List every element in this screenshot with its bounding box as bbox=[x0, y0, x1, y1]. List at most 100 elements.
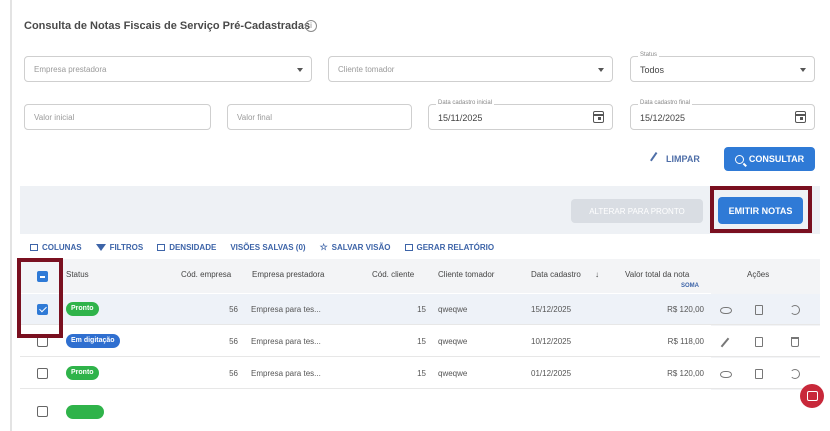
table-row[interactable] bbox=[20, 390, 820, 419]
cell-valor: R$ 120,00 bbox=[667, 369, 704, 378]
cell-cod-cliente: 15 bbox=[417, 337, 426, 346]
trash-icon[interactable] bbox=[791, 337, 799, 347]
page-title: Consulta de Notas Fiscais de Serviço Pré… bbox=[24, 20, 311, 32]
status-label: Status bbox=[638, 52, 660, 58]
data-final-label: Data cadastro final bbox=[638, 100, 693, 106]
history-icon[interactable] bbox=[790, 369, 800, 379]
eye-icon[interactable] bbox=[720, 307, 732, 314]
valor-inicial-placeholder: Valor inicial bbox=[34, 113, 75, 122]
header-cod-empresa[interactable]: Cód. empresa bbox=[181, 270, 231, 279]
file-icon[interactable] bbox=[755, 305, 763, 315]
row-checkbox[interactable] bbox=[37, 368, 48, 379]
header-cliente[interactable]: Cliente tomador bbox=[438, 270, 494, 279]
cell-cod-cliente: 15 bbox=[417, 305, 426, 314]
colunas-button[interactable]: COLUNAS bbox=[30, 241, 82, 253]
consultar-button[interactable]: CONSULTAR bbox=[724, 147, 815, 171]
colunas-label: COLUNAS bbox=[42, 242, 82, 252]
status-badge: Pronto bbox=[66, 302, 99, 316]
cliente-placeholder: Cliente tomador bbox=[338, 65, 395, 74]
valor-final-placeholder: Valor final bbox=[237, 113, 272, 122]
data-final-value: 15/12/2025 bbox=[640, 113, 686, 123]
consultar-label: CONSULTAR bbox=[748, 154, 805, 164]
cell-cliente: qweqwe bbox=[438, 337, 468, 346]
densidade-button[interactable]: DENSIDADE bbox=[157, 241, 216, 253]
calendar-icon[interactable] bbox=[795, 111, 806, 123]
header-status[interactable]: Status bbox=[66, 270, 89, 279]
highlight-box-checkboxes bbox=[17, 258, 63, 338]
data-inicial-label: Data cadastro inicial bbox=[436, 100, 495, 106]
cell-empresa: Empresa para tes... bbox=[251, 369, 321, 378]
filtros-label: FILTROS bbox=[109, 242, 144, 252]
broom-icon bbox=[650, 152, 664, 166]
history-icon[interactable] bbox=[790, 305, 800, 315]
columns-icon bbox=[30, 243, 38, 251]
grid-toolbar: COLUNAS FILTROS DENSIDADE VISÕES SALVAS … bbox=[30, 241, 494, 253]
file-icon[interactable] bbox=[755, 337, 763, 347]
cliente-select[interactable]: Cliente tomador bbox=[328, 56, 613, 82]
header-acoes: Ações bbox=[747, 270, 770, 279]
sort-desc-icon[interactable]: ↓ bbox=[595, 270, 599, 279]
filter-icon bbox=[95, 243, 106, 251]
status-badge bbox=[66, 405, 104, 419]
cell-data: 10/12/2025 bbox=[531, 337, 572, 346]
limpar-label: LIMPAR bbox=[666, 154, 700, 164]
header-valor[interactable]: Valor total da nota bbox=[625, 270, 689, 279]
table-header bbox=[20, 259, 820, 293]
info-icon[interactable]: i bbox=[305, 20, 317, 32]
star-icon: ☆ bbox=[319, 242, 328, 252]
data-inicial-value: 15/11/2025 bbox=[438, 113, 483, 123]
chevron-down-icon bbox=[297, 68, 303, 72]
data-final-input[interactable]: Data cadastro final 15/12/2025 bbox=[630, 100, 815, 130]
cell-data: 01/12/2025 bbox=[531, 369, 572, 378]
valor-final-input[interactable]: Valor final bbox=[227, 104, 412, 130]
table-row[interactable]: Pronto 56 Empresa para tes... 15 qweqwe … bbox=[20, 358, 820, 389]
status-value: Todos bbox=[640, 65, 665, 75]
eye-icon[interactable] bbox=[720, 371, 732, 378]
status-badge: Em digitação bbox=[66, 334, 120, 348]
cell-empresa: Empresa para tes... bbox=[251, 337, 321, 346]
visoes-salvas-button[interactable]: VISÕES SALVAS (0) bbox=[230, 241, 305, 253]
relatorio-label: GERAR RELATÓRIO bbox=[416, 242, 495, 252]
cell-cliente: qweqwe bbox=[438, 305, 468, 314]
download-icon bbox=[404, 243, 413, 251]
header-valor-soma: SOMA bbox=[681, 283, 699, 289]
table-row[interactable]: Pronto 56 Empresa para tes... 15 qweqwe … bbox=[20, 294, 820, 325]
filtros-button[interactable]: FILTROS bbox=[95, 241, 144, 253]
cell-cod-empresa: 56 bbox=[229, 305, 238, 314]
chevron-down-icon bbox=[598, 68, 604, 72]
file-icon[interactable] bbox=[755, 369, 763, 379]
highlight-box-emitir bbox=[710, 186, 812, 233]
empresa-select[interactable]: Empresa prestadora bbox=[24, 56, 312, 82]
header-cod-cliente[interactable]: Cód. cliente bbox=[372, 270, 414, 279]
table-row[interactable]: Em digitação 56 Empresa para tes... 15 q… bbox=[20, 326, 820, 357]
cell-valor: R$ 120,00 bbox=[667, 305, 704, 314]
cell-valor: R$ 118,00 bbox=[667, 337, 704, 346]
row-checkbox[interactable] bbox=[37, 406, 48, 417]
cell-data: 15/12/2025 bbox=[531, 305, 572, 314]
cell-cod-cliente: 15 bbox=[417, 369, 426, 378]
limpar-button[interactable]: LIMPAR bbox=[650, 150, 700, 168]
salvar-visao-button[interactable]: ☆ SALVAR VISÃO bbox=[320, 241, 391, 253]
salvar-label: SALVAR VISÃO bbox=[331, 242, 391, 252]
chevron-down-icon bbox=[800, 68, 806, 72]
gerar-relatorio-button[interactable]: GERAR RELATÓRIO bbox=[404, 241, 495, 253]
left-divider bbox=[10, 0, 12, 431]
header-data[interactable]: Data cadastro bbox=[531, 270, 581, 279]
calendar-icon[interactable] bbox=[593, 111, 604, 123]
header-empresa[interactable]: Empresa prestadora bbox=[252, 270, 324, 279]
data-inicial-input[interactable]: Data cadastro inicial 15/11/2025 bbox=[428, 100, 613, 130]
cell-cod-empresa: 56 bbox=[229, 369, 238, 378]
search-icon bbox=[734, 154, 744, 164]
cell-empresa: Empresa para tes... bbox=[251, 305, 321, 314]
alterar-para-pronto-button[interactable]: ALTERAR PARA PRONTO bbox=[571, 199, 703, 223]
cell-cod-empresa: 56 bbox=[229, 337, 238, 346]
visoes-label: VISÕES SALVAS (0) bbox=[230, 242, 306, 252]
chat-fab-button[interactable] bbox=[800, 384, 824, 408]
status-select[interactable]: Status Todos bbox=[630, 52, 815, 82]
densidade-label: DENSIDADE bbox=[169, 242, 217, 252]
empresa-placeholder: Empresa prestadora bbox=[34, 65, 107, 74]
density-icon bbox=[157, 243, 166, 251]
cell-cliente: qweqwe bbox=[438, 369, 468, 378]
valor-inicial-input[interactable]: Valor inicial bbox=[24, 104, 211, 130]
status-badge: Pronto bbox=[66, 366, 99, 380]
